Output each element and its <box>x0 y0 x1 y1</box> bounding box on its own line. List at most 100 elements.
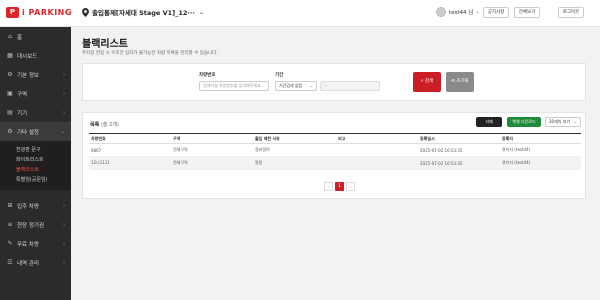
next-page-button[interactable]: › <box>346 182 355 191</box>
sidebar-item-label: 현장 정기권 <box>17 222 45 229</box>
prev-page-button[interactable]: ‹ <box>324 182 333 191</box>
entry-icon: ⊞ <box>7 201 13 209</box>
subnav-item-display-text[interactable]: 전광판 문구 <box>0 145 71 155</box>
chevron-down-icon: ⌄ <box>573 119 577 124</box>
chevron-down-icon: ⌄ <box>475 9 480 15</box>
sidebar-item-label: 기본 정보 <box>17 72 39 79</box>
top-bar: P i PARKING 출입통제[자세대 Stage V1]_12··· ⌄ t… <box>0 0 600 27</box>
search-button[interactable]: ⌕ 검색 <box>413 72 441 92</box>
registered-at-cell: 2025-07-02 16:53:35 <box>418 156 500 170</box>
table-row[interactable]: 9867 전체구역 정리알려 2025-07-02 16:53:35 관리자 (… <box>89 143 581 157</box>
history-icon: ☰ <box>7 258 13 266</box>
subnav-item-blacklist[interactable]: 블랙리스트 <box>0 165 71 175</box>
plate-cell: 12나1111 <box>89 156 171 170</box>
excel-download-button[interactable]: 엑셀 다운로드 <box>507 117 541 127</box>
notice-button[interactable]: 공지사항 <box>483 7 509 18</box>
column-header[interactable]: 등록자 <box>500 133 581 144</box>
logo-mark: P <box>6 7 19 18</box>
period-select[interactable]: 기간검색 없음 ⌄ <box>275 81 317 91</box>
free-icon: ✎ <box>7 239 13 247</box>
settings-icon: ⚙ <box>7 70 13 78</box>
chevron-right-icon: › <box>63 90 65 97</box>
reason-cell: 알림 <box>253 156 336 170</box>
chevron-down-icon: ⌄ <box>309 83 313 88</box>
sidebar-item-resident-vehicle[interactable]: ⊞ 입주 차량 › <box>0 196 71 215</box>
column-header[interactable]: 출입 제한 사유 <box>253 133 336 144</box>
registered-at-cell: 2025-07-02 16:53:35 <box>418 143 500 157</box>
sidebar-item-label: 구역 <box>17 91 28 98</box>
note-cell <box>336 143 418 157</box>
column-header[interactable]: 차량번호 <box>89 133 171 144</box>
chevron-down-icon: ⌄ <box>198 8 204 16</box>
per-page-value: 20개씩 보기 <box>549 119 571 124</box>
pass-icon: ≡ <box>7 220 13 228</box>
sidebar-item-device[interactable]: ▤ 기기 › <box>0 103 71 122</box>
per-page-select[interactable]: 20개씩 보기 ⌄ <box>545 117 581 127</box>
reset-button[interactable]: ⟲ 초기화 <box>446 72 474 92</box>
sidebar-item-label: 대시보드 <box>17 53 38 60</box>
home-icon: ⌂ <box>8 32 12 40</box>
chevron-right-icon: › <box>63 259 65 266</box>
sidebar-item-label: 무료 차량 <box>17 241 39 248</box>
column-header[interactable]: 비고 <box>336 133 418 144</box>
list-count-value: (총 2개) <box>100 122 119 128</box>
location-pin-icon <box>82 7 89 17</box>
subnav-item-special[interactable]: 특별임(공문임) <box>0 175 71 185</box>
sidebar-item-label: 홈 <box>17 34 23 41</box>
registrant-cell: 관리자 (test44) <box>500 156 581 170</box>
app-logo[interactable]: P i PARKING <box>6 7 72 18</box>
subnav-item-whitelist[interactable]: 화이트리스트 <box>0 155 71 165</box>
note-cell <box>336 156 418 170</box>
sidebar-item-basic-info[interactable]: ⚙ 기본 정보 › <box>0 65 71 84</box>
delete-button[interactable]: 삭제 <box>476 117 502 127</box>
sidebar-item-home[interactable]: ⌂ 홈 <box>0 27 71 46</box>
sidebar-item-free-vehicle[interactable]: ✎ 무료 차량 › <box>0 234 71 253</box>
chevron-right-icon: › <box>63 221 65 228</box>
table-header-row: 차량번호 구역 출입 제한 사유 비고 등록일시 등록자 <box>89 133 581 144</box>
sidebar-item-label: 기타 설정 <box>17 129 39 136</box>
period-label: 기간 <box>275 73 284 78</box>
sidebar-item-season-pass[interactable]: ≡ 현장 정기권 › <box>0 215 71 234</box>
blacklist-table: 차량번호 구역 출입 제한 사유 비고 등록일시 등록자 9867 전체구역 정… <box>89 133 581 170</box>
sidebar-subnav: 전광판 문구 화이트리스트 블랙리스트 특별임(공문임) <box>0 141 71 190</box>
device-icon: ▤ <box>7 108 13 116</box>
page-title: 블랙리스트 <box>82 39 128 50</box>
gear-icon: ⚙ <box>7 127 13 135</box>
sidebar-item-zone[interactable]: ▣ 구역 › <box>0 84 71 103</box>
chevron-down-icon: ⌄ <box>60 128 65 135</box>
site-name: 출입통제[자세대 Stage V1]_12··· <box>92 9 195 17</box>
logo-text: i PARKING <box>22 8 72 17</box>
user-menu[interactable]: test44 님 ⌄ <box>436 7 480 17</box>
sidebar-item-dashboard[interactable]: ▦ 대시보드 <box>0 46 71 65</box>
date-range-input[interactable]: ~ <box>320 81 380 91</box>
reason-cell: 정리알려 <box>253 143 336 157</box>
page-number-button[interactable]: 1 <box>335 182 344 191</box>
logout-button[interactable]: 로그아웃 <box>558 7 584 18</box>
sidebar-item-other-settings[interactable]: ⚙ 기타 설정 ⌄ <box>0 122 71 141</box>
chevron-right-icon: › <box>63 71 65 78</box>
table-row[interactable]: 12나1111 전체구역 알림 2025-07-02 16:53:35 관리자 … <box>89 156 581 170</box>
chevron-right-icon: › <box>63 202 65 209</box>
chevron-right-icon: › <box>63 109 65 116</box>
site-selector[interactable]: 출입통제[자세대 Stage V1]_12··· ⌄ <box>82 7 204 17</box>
dashboard-icon: ▦ <box>7 51 13 59</box>
zone-cell: 전체구역 <box>171 156 253 170</box>
plate-input[interactable]: 검색하실 차량번호를 입력해주세요 <box>199 81 269 91</box>
column-header[interactable]: 등록일시 <box>418 133 500 144</box>
avatar <box>436 7 446 17</box>
zone-icon: ▣ <box>7 89 13 97</box>
chevron-right-icon: › <box>63 240 65 247</box>
sidebar-item-label: 내역 관리 <box>17 260 39 267</box>
filter-panel: 차량번호 검색하실 차량번호를 입력해주세요 기간 기간검색 없음 ⌄ ~ ⌕ … <box>82 63 586 101</box>
user-name: test44 님 <box>449 10 474 16</box>
page-description: 주차장 진입 시 우조건 입차가 불가능한 차량 목록을 관리할 수 있습니다. <box>82 51 218 56</box>
sidebar-item-label: 기기 <box>17 110 28 117</box>
sidebar-item-history[interactable]: ☰ 내역 관리 › <box>0 253 71 272</box>
period-select-value: 기간검색 없음 <box>279 83 303 88</box>
sidebar-item-label: 입주 차량 <box>17 203 39 210</box>
registrant-cell: 관리자 (test44) <box>500 143 581 157</box>
column-header[interactable]: 구역 <box>171 133 253 144</box>
zone-cell: 전체구역 <box>171 143 253 157</box>
view-all-button[interactable]: 전체보기 <box>514 7 540 18</box>
list-count: 목록 (총 2개) <box>90 121 119 128</box>
